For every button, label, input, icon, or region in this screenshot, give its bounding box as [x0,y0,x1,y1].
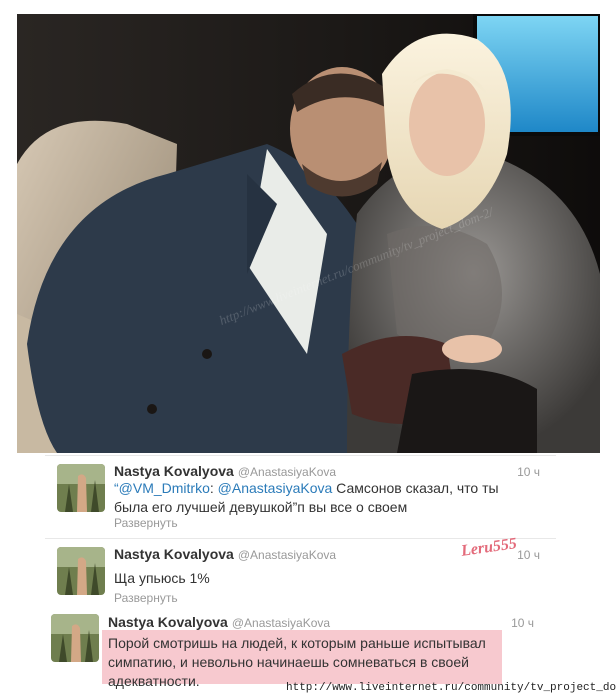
user-handle[interactable]: @AnastasiyaKova [238,548,336,562]
footer-url[interactable]: http://www.liveinternet.ru/community/tv_… [286,682,616,694]
user-handle[interactable]: @AnastasiyaKova [238,465,336,479]
tweet-text: Ща упьюсь 1% [114,570,210,586]
timestamp[interactable]: 10 ч [511,616,534,630]
mention-link[interactable]: @AnastasiyaKova [218,480,333,496]
tweet[interactable]: Nastya Kovalyova @AnastasiyaKova 10 ч “@V… [45,455,556,534]
user-name[interactable]: Nastya Kovalyova [114,546,234,562]
photo: http://www.liveinternet.ru/community/tv_… [17,14,600,453]
avatar[interactable] [57,464,105,512]
user-name[interactable]: Nastya Kovalyova [108,614,228,630]
expand-link[interactable]: Развернуть [114,516,178,530]
mention-link[interactable]: “@VM_Dmitrko [114,480,210,496]
avatar[interactable] [57,547,105,595]
expand-link[interactable]: Развернуть [114,591,178,605]
tweet[interactable]: Nastya Kovalyova @AnastasiyaKova 10 ч Пор… [37,608,582,689]
highlighted-tweet-text: Порой смотришь на людей, к которым раньш… [102,630,502,689]
photo-image [17,14,600,453]
user-handle[interactable]: @AnastasiyaKova [232,616,330,630]
tweet-header: Nastya Kovalyova @AnastasiyaKova [114,546,336,564]
timestamp[interactable]: 10 ч [517,465,540,479]
user-name[interactable]: Nastya Kovalyova [114,463,234,479]
tweet-text-colon: : [209,480,214,496]
avatar[interactable] [51,614,99,662]
tweet-text: “@VM_Dmitrko: @AnastasiyaKova Самсонов с… [114,479,534,517]
timestamp[interactable]: 10 ч [517,548,540,562]
